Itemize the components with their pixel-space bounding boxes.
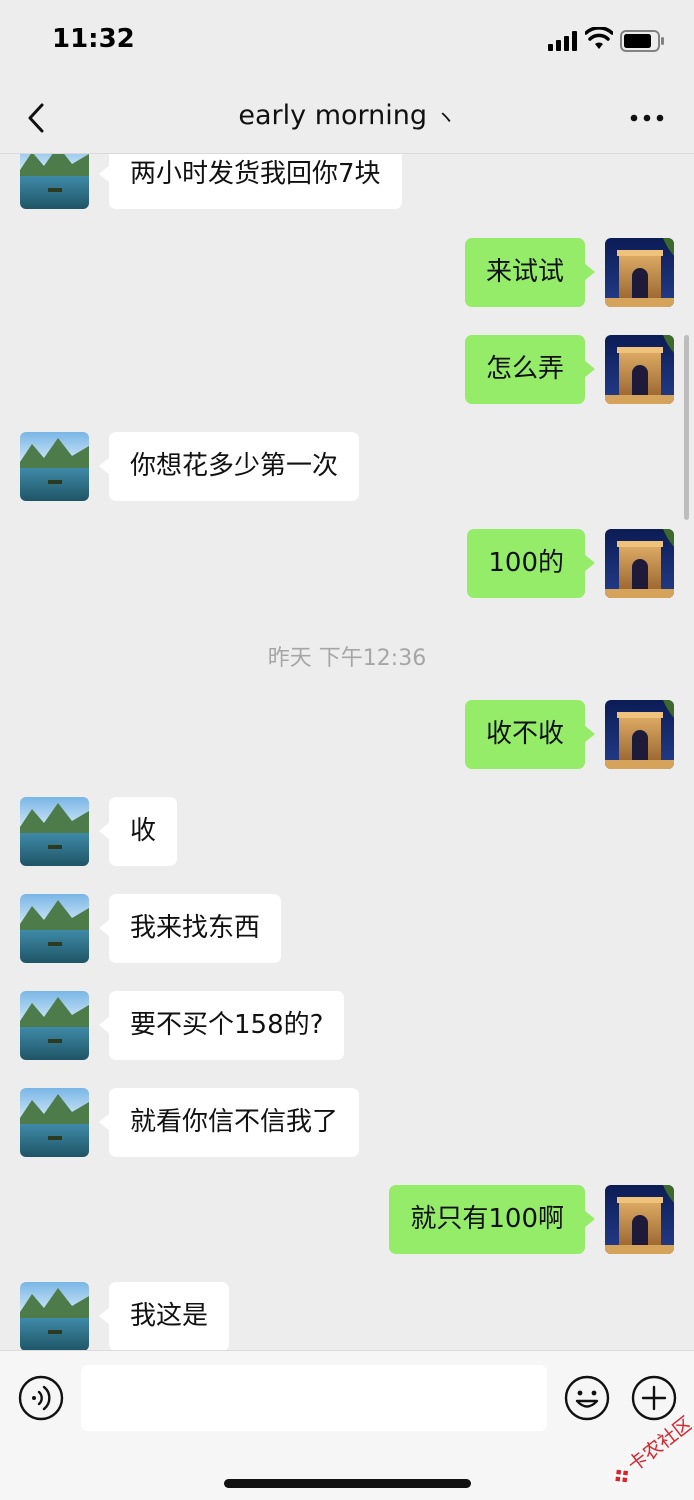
message-timestamp: 昨天 下午12:36 <box>267 646 427 671</box>
message-input[interactable] <box>81 1365 547 1431</box>
status-bar: 11:32 <box>0 0 694 86</box>
message-row: 就只有100啊 <box>0 1185 694 1255</box>
message-row: 要不买个158的? <box>0 991 694 1061</box>
lake-landscape-avatar[interactable] <box>20 1282 89 1350</box>
message-row: 就看你信不信我了 <box>0 1088 694 1158</box>
message-bubble[interactable]: 我这是 <box>98 1282 230 1350</box>
message-row: 我来找东西 <box>0 894 694 964</box>
message-row: 两小时发货我回你7块 <box>0 154 694 210</box>
message-bubble[interactable]: 收 <box>98 797 178 866</box>
lake-landscape-avatar[interactable] <box>20 797 89 866</box>
more-dots-icon[interactable] <box>628 108 668 128</box>
lake-landscape-avatar[interactable] <box>20 154 89 209</box>
message-bubble[interactable]: 我来找东西 <box>98 894 282 963</box>
chat-title-suffix: ヽ <box>435 105 456 129</box>
message-bubble[interactable]: 怎么弄 <box>464 335 596 404</box>
home-indicator <box>224 1479 471 1488</box>
message-list[interactable]: 两小时发货我回你7块 来试试 怎么弄 你想花多少第一次 100的 昨天 下午12… <box>0 154 694 1350</box>
lake-landscape-avatar[interactable] <box>20 1088 89 1157</box>
message-bubble[interactable]: 要不买个158的? <box>98 991 345 1060</box>
cellular-signal-icon <box>548 31 577 51</box>
scrollbar[interactable] <box>684 335 689 520</box>
arc-de-triomphe-avatar[interactable] <box>605 1185 674 1254</box>
watermark-logo: 卡农社区 <box>592 1410 694 1490</box>
battery-icon <box>620 30 664 52</box>
message-bubble[interactable]: 你想花多少第一次 <box>98 432 360 501</box>
arc-de-triomphe-avatar[interactable] <box>605 700 674 769</box>
chat-title-name: early morning <box>238 100 428 131</box>
input-bar <box>0 1350 694 1500</box>
message-bubble[interactable]: 来试试 <box>464 238 596 307</box>
chat-title: early morning ヽ <box>0 100 694 131</box>
arc-de-triomphe-avatar[interactable] <box>605 238 674 307</box>
lake-landscape-avatar[interactable] <box>20 991 89 1060</box>
voice-icon[interactable] <box>18 1375 64 1421</box>
message-row: 怎么弄 <box>0 335 694 405</box>
chat-header: early morning ヽ <box>0 86 694 154</box>
message-bubble[interactable]: 收不收 <box>464 700 596 769</box>
status-time: 11:32 <box>52 24 135 54</box>
message-row: 100的 <box>0 529 694 599</box>
message-bubble[interactable]: 100的 <box>467 529 595 598</box>
message-bubble[interactable]: 就看你信不信我了 <box>98 1088 360 1157</box>
lake-landscape-avatar[interactable] <box>20 432 89 501</box>
message-row: 收不收 <box>0 700 694 770</box>
lake-landscape-avatar[interactable] <box>20 894 89 963</box>
message-bubble[interactable]: 就只有100啊 <box>389 1185 595 1254</box>
arc-de-triomphe-avatar[interactable] <box>605 529 674 598</box>
message-row: 你想花多少第一次 <box>0 432 694 502</box>
message-row: 来试试 <box>0 238 694 308</box>
message-row: 收 <box>0 797 694 867</box>
arc-de-triomphe-avatar[interactable] <box>605 335 674 404</box>
message-bubble[interactable]: 两小时发货我回你7块 <box>99 154 402 209</box>
wifi-icon <box>585 27 613 49</box>
message-row: 我这是 <box>0 1282 694 1350</box>
watermark-text: 卡农社区 <box>624 1412 692 1476</box>
